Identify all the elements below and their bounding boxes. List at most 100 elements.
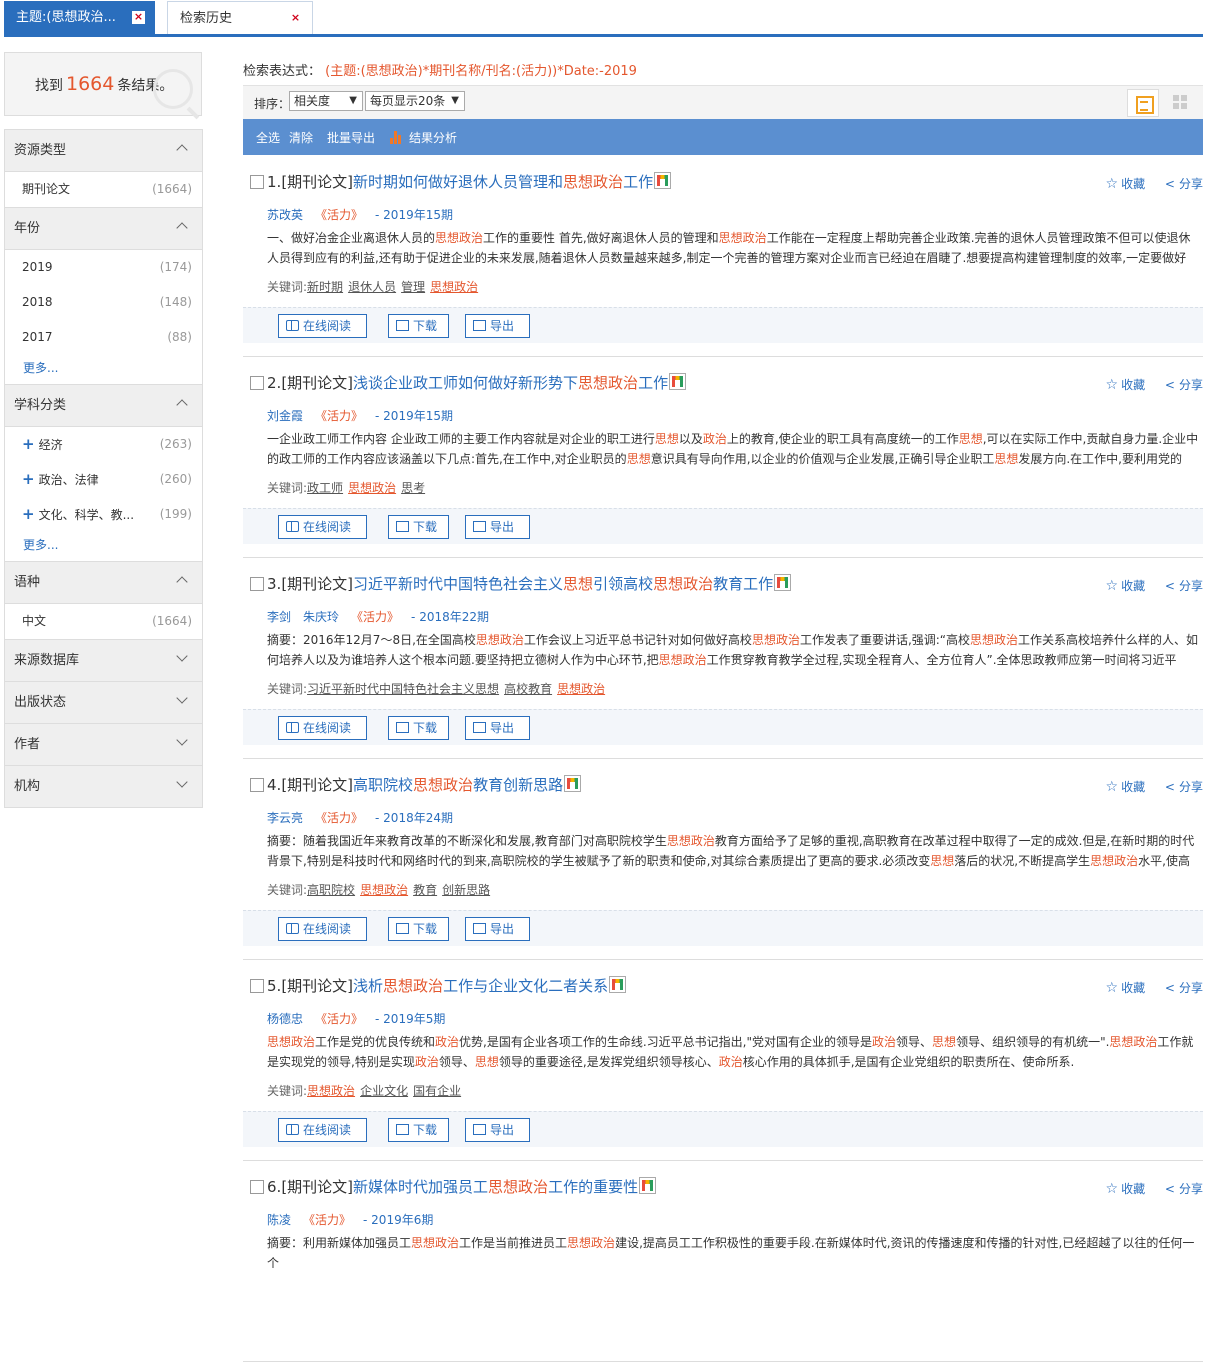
filter-item[interactable]: 中文 (1664) bbox=[5, 604, 202, 639]
share-icon[interactable]: < bbox=[1165, 579, 1175, 593]
keyword-link[interactable]: 高职院校 bbox=[307, 883, 355, 897]
result-title-part[interactable]: 教育创新思路 bbox=[473, 776, 563, 794]
keyword-link[interactable]: 思想政治 bbox=[307, 1084, 355, 1098]
result-title-part[interactable]: 思想 bbox=[563, 575, 593, 593]
author-link[interactable]: 李云亮 bbox=[267, 811, 303, 825]
filter-head-source-db[interactable]: 来源数据库 bbox=[5, 640, 202, 682]
result-title-part[interactable]: 习近平新时代中国特色社会主义 bbox=[353, 575, 563, 593]
plus-icon[interactable]: + bbox=[22, 505, 35, 523]
star-icon[interactable]: ☆ bbox=[1106, 377, 1119, 393]
result-title[interactable]: 2.[期刊论文]浅谈企业政工师如何做好新形势下思想政治工作 bbox=[267, 372, 687, 393]
export-button[interactable]: 导出 bbox=[465, 716, 530, 740]
filter-head-resource-type[interactable]: 资源类型 bbox=[5, 130, 202, 172]
filter-item[interactable]: + 文化、科学、教... (199) bbox=[5, 497, 202, 532]
result-title-part[interactable]: 工作的重要性 bbox=[548, 1178, 638, 1196]
keyword-link[interactable]: 高校教育 bbox=[504, 682, 552, 696]
journal-link[interactable]: 《活力》 bbox=[315, 208, 363, 222]
filter-head-year[interactable]: 年份 bbox=[5, 208, 202, 250]
filter-item[interactable]: + 政治、法律 (260) bbox=[5, 462, 202, 497]
share-icon[interactable]: < bbox=[1165, 378, 1175, 392]
keyword-link[interactable]: 思考 bbox=[401, 481, 425, 495]
download-button[interactable]: 下载 bbox=[388, 1118, 449, 1142]
result-title-part[interactable]: 思想政治 bbox=[563, 173, 623, 191]
star-icon[interactable]: ☆ bbox=[1106, 779, 1119, 795]
result-title-part[interactable]: 新媒体时代加强员工 bbox=[353, 1178, 488, 1196]
result-title-part[interactable]: 思想政治 bbox=[653, 575, 713, 593]
read-online-button[interactable]: 在线阅读 bbox=[278, 314, 367, 338]
issue-link[interactable]: - 2019年5期 bbox=[375, 1012, 445, 1026]
close-icon[interactable]: × bbox=[289, 12, 302, 25]
tab-search-result[interactable]: 主题:(思想政治... × bbox=[4, 1, 155, 34]
filter-head-org[interactable]: 机构 bbox=[5, 766, 202, 808]
author-link[interactable]: 苏改英 bbox=[267, 208, 303, 222]
filter-head-author[interactable]: 作者 bbox=[5, 724, 202, 766]
journal-link[interactable]: 《活力》 bbox=[315, 811, 363, 825]
collect-button[interactable]: 收藏 bbox=[1121, 981, 1145, 995]
result-title-part[interactable]: 浅析 bbox=[353, 977, 383, 995]
filter-head-language[interactable]: 语种 bbox=[5, 562, 202, 604]
issue-link[interactable]: - 2019年15期 bbox=[375, 208, 453, 222]
issue-link[interactable]: - 2019年6期 bbox=[363, 1213, 433, 1227]
share-button[interactable]: 分享 bbox=[1179, 780, 1203, 794]
result-title[interactable]: 5.[期刊论文]浅析思想政治工作与企业文化二者关系 bbox=[267, 975, 627, 996]
result-analysis-button[interactable]: 结果分析 bbox=[390, 129, 457, 146]
result-checkbox[interactable] bbox=[250, 175, 264, 189]
result-title-part[interactable]: 思想政治 bbox=[578, 374, 638, 392]
export-button[interactable]: 导出 bbox=[465, 1118, 530, 1142]
read-online-button[interactable]: 在线阅读 bbox=[278, 1118, 367, 1142]
keyword-link[interactable]: 管理 bbox=[401, 280, 425, 294]
star-icon[interactable]: ☆ bbox=[1106, 176, 1119, 192]
filter-head-subject[interactable]: 学科分类 bbox=[5, 385, 202, 427]
grid-view-icon[interactable] bbox=[1173, 95, 1187, 109]
page-size-select[interactable]: 每页显示20条 ▼ bbox=[365, 91, 465, 111]
result-title-part[interactable]: 工作 bbox=[623, 173, 653, 191]
filter-more-link[interactable]: 更多... bbox=[5, 532, 202, 562]
result-title-part[interactable]: 引领高校 bbox=[593, 575, 653, 593]
keyword-link[interactable]: 企业文化 bbox=[360, 1084, 408, 1098]
result-checkbox[interactable] bbox=[250, 778, 264, 792]
select-all-button[interactable]: 全选 bbox=[256, 129, 280, 146]
plus-icon[interactable]: + bbox=[22, 435, 35, 453]
filter-item[interactable]: 2018 (148) bbox=[5, 285, 202, 320]
collect-button[interactable]: 收藏 bbox=[1121, 378, 1145, 392]
export-button[interactable]: 导出 bbox=[465, 917, 530, 941]
result-title[interactable]: 1.[期刊论文]新时期如何做好退休人员管理和思想政治工作 bbox=[267, 171, 672, 192]
keyword-link[interactable]: 思想政治 bbox=[557, 682, 605, 696]
result-checkbox[interactable] bbox=[250, 577, 264, 591]
clear-button[interactable]: 清除 bbox=[289, 129, 313, 146]
download-button[interactable]: 下载 bbox=[388, 716, 449, 740]
keyword-link[interactable]: 创新思路 bbox=[442, 883, 490, 897]
share-icon[interactable]: < bbox=[1165, 1182, 1175, 1196]
author-link[interactable]: 杨德忠 bbox=[267, 1012, 303, 1026]
keyword-link[interactable]: 新时期 bbox=[307, 280, 343, 294]
filter-more-link[interactable]: 更多... bbox=[5, 355, 202, 385]
collect-button[interactable]: 收藏 bbox=[1121, 1182, 1145, 1196]
result-title[interactable]: 6.[期刊论文]新媒体时代加强员工思想政治工作的重要性 bbox=[267, 1176, 657, 1197]
export-button[interactable]: 导出 bbox=[465, 314, 530, 338]
filter-item[interactable]: 2019 (174) bbox=[5, 250, 202, 285]
result-checkbox[interactable] bbox=[250, 376, 264, 390]
export-button[interactable]: 导出 bbox=[465, 515, 530, 539]
filter-item[interactable]: 期刊论文 (1664) bbox=[5, 172, 202, 207]
share-button[interactable]: 分享 bbox=[1179, 378, 1203, 392]
keyword-link[interactable]: 思想政治 bbox=[348, 481, 396, 495]
tab-search-history[interactable]: 检索历史 × bbox=[167, 1, 313, 34]
issue-link[interactable]: - 2018年22期 bbox=[411, 610, 489, 624]
issue-link[interactable]: - 2019年15期 bbox=[375, 409, 453, 423]
filter-head-pub-status[interactable]: 出版状态 bbox=[5, 682, 202, 724]
result-title[interactable]: 4.[期刊论文]高职院校思想政治教育创新思路 bbox=[267, 774, 582, 795]
plus-icon[interactable]: + bbox=[22, 470, 35, 488]
result-title-part[interactable]: 新时期如何做好退休人员管理和 bbox=[353, 173, 563, 191]
journal-link[interactable]: 《活力》 bbox=[315, 409, 363, 423]
share-button[interactable]: 分享 bbox=[1179, 981, 1203, 995]
author-link[interactable]: 朱庆玲 bbox=[303, 610, 339, 624]
download-button[interactable]: 下载 bbox=[388, 515, 449, 539]
keyword-link[interactable]: 思想政治 bbox=[430, 280, 478, 294]
journal-link[interactable]: 《活力》 bbox=[315, 1012, 363, 1026]
journal-link[interactable]: 《活力》 bbox=[303, 1213, 351, 1227]
download-button[interactable]: 下载 bbox=[388, 917, 449, 941]
filter-item[interactable]: 2017 (88) bbox=[5, 320, 202, 355]
download-button[interactable]: 下载 bbox=[388, 314, 449, 338]
author-link[interactable]: 刘金霞 bbox=[267, 409, 303, 423]
read-online-button[interactable]: 在线阅读 bbox=[278, 515, 367, 539]
